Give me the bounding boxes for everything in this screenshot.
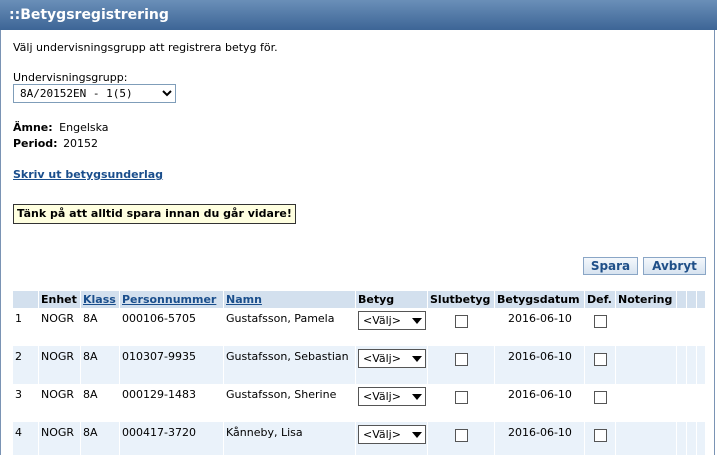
definitive-checkbox[interactable] [594,429,607,442]
save-button[interactable]: Spara [583,257,638,275]
cell-namn: Gustafsson, Sherine [226,388,337,401]
subject-label: Ämne: [13,121,53,134]
col-klass[interactable]: Klass [83,293,116,306]
col-personnummer[interactable]: Personnummer [122,293,216,306]
col-betyg: Betyg [358,293,395,306]
column-divider [38,291,39,455]
grade-select[interactable]: <Välj> [358,311,426,330]
col-namn[interactable]: Namn [226,293,262,306]
cell-betygsdatum: 2016-06-10 [508,388,572,401]
intro-text: Välj undervisningsgrupp att registrera b… [13,41,278,54]
chevron-down-icon [408,350,425,367]
cell-personnummer: 000106-5705 [122,312,196,325]
cell-enhet: NOGR [41,426,75,439]
chevron-down-icon [408,388,425,405]
cell-namn: Kånneby, Lisa [226,426,303,439]
chevron-down-icon [408,312,425,329]
cell-personnummer: 000129-1483 [122,388,196,401]
cell-enhet: NOGR [41,388,75,401]
column-divider [427,291,428,455]
cell-enhet: NOGR [41,350,75,363]
grade-select[interactable]: <Välj> [358,387,426,406]
column-divider [686,291,687,455]
cell-personnummer: 010307-9935 [122,350,196,363]
col-notering: Notering [618,293,673,306]
cell-personnummer: 000417-3720 [122,426,196,439]
cell-namn: Gustafsson, Pamela [226,312,335,325]
cell-betygsdatum: 2016-06-10 [508,312,572,325]
cell-enhet: NOGR [41,312,75,325]
period-value: 20152 [63,137,99,150]
grade-select-value: <Välj> [363,352,401,365]
row-number: 3 [15,388,22,401]
subject-value: Engelska [59,121,109,134]
definitive-checkbox[interactable] [594,353,607,366]
group-label: Undervisningsgrupp: [13,71,128,84]
final-grade-checkbox[interactable] [455,429,468,442]
cell-namn: Gustafsson, Sebastian [226,350,349,363]
grade-select[interactable]: <Välj> [358,425,426,444]
cell-betygsdatum: 2016-06-10 [508,426,572,439]
column-divider [615,291,616,455]
column-divider [119,291,120,455]
grade-select-value: <Välj> [363,390,401,403]
period-row: Period: 20152 [13,137,98,150]
subject-row: Ämne: Engelska [13,121,109,134]
col-def: Def. [587,293,612,306]
column-divider [584,291,585,455]
final-grade-checkbox[interactable] [455,353,468,366]
column-divider [696,291,697,455]
period-label: Period: [13,137,58,150]
col-betygsdatum: Betygsdatum [497,293,580,306]
grade-select-value: <Välj> [363,314,401,327]
column-divider [355,291,356,455]
row-number: 2 [15,350,22,363]
row-number: 1 [15,312,22,325]
cell-klass: 8A [83,388,98,401]
print-grade-basis-link[interactable]: Skriv ut betygsunderlag [13,168,163,181]
page-title: ::Betygsregistrering [0,0,717,30]
save-warning: Tänk på att alltid spara innan du går vi… [13,204,296,224]
row-number: 4 [15,426,22,439]
group-select[interactable]: 8A/20152EN - 1(5) [13,84,176,103]
definitive-checkbox[interactable] [594,315,607,328]
cell-klass: 8A [83,312,98,325]
cell-betygsdatum: 2016-06-10 [508,350,572,363]
col-slutbetyg: Slutbetyg [430,293,491,306]
final-grade-checkbox[interactable] [455,315,468,328]
final-grade-checkbox[interactable] [455,391,468,404]
grade-select[interactable]: <Välj> [358,349,426,368]
grade-select-value: <Välj> [363,428,401,441]
column-divider [80,291,81,455]
column-divider [223,291,224,455]
cell-klass: 8A [83,350,98,363]
definitive-checkbox[interactable] [594,391,607,404]
cancel-button[interactable]: Avbryt [643,257,706,275]
cell-klass: 8A [83,426,98,439]
column-divider [676,291,677,455]
column-divider [494,291,495,455]
col-enhet: Enhet [41,293,77,306]
chevron-down-icon [408,426,425,443]
